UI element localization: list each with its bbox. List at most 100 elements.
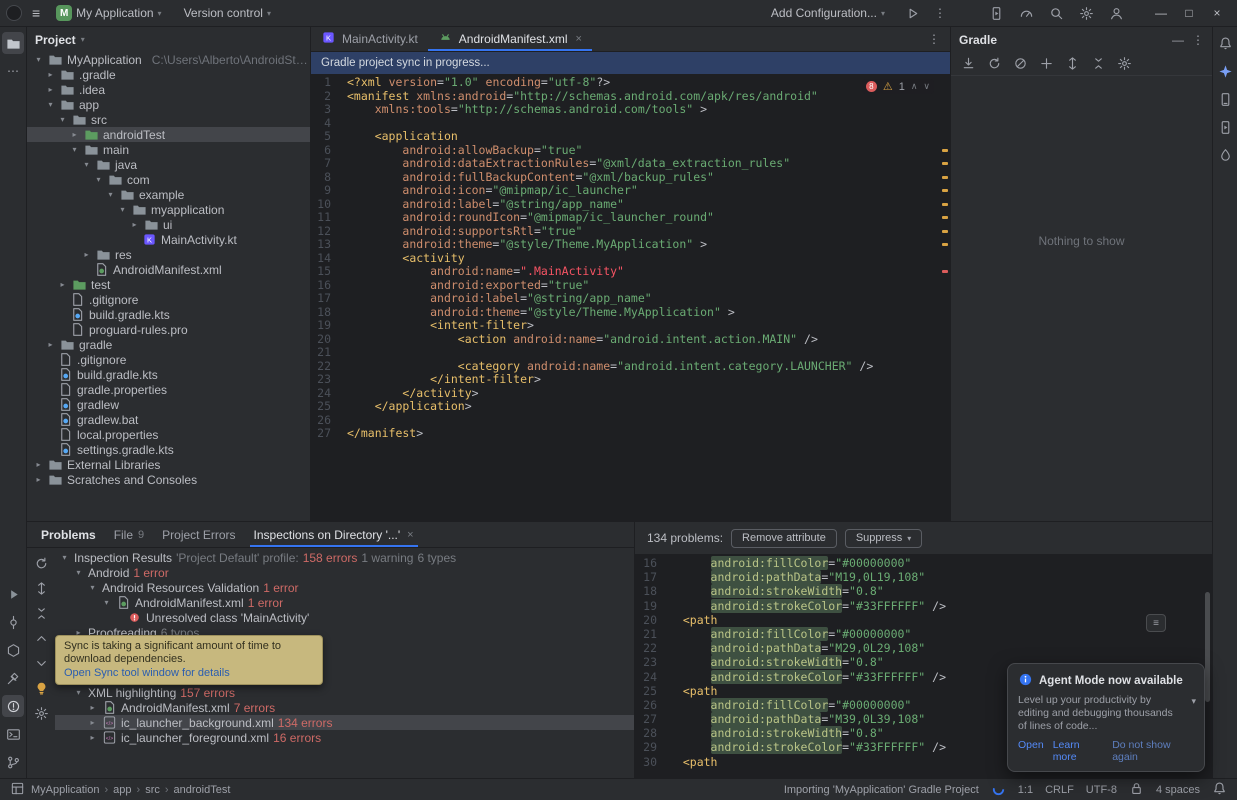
chevron-down-icon[interactable]: ▾ bbox=[105, 190, 116, 199]
remove-attribute-button[interactable]: Remove attribute bbox=[731, 529, 837, 548]
line-number[interactable]: 10 bbox=[311, 198, 347, 212]
stripe-mark[interactable] bbox=[942, 162, 948, 165]
code-line-19[interactable]: 19 android:strokeColor="#33FFFFFF" /> bbox=[635, 599, 1212, 613]
code-line-13[interactable]: 13 android:theme="@style/Theme.MyApplica… bbox=[311, 238, 950, 252]
caret-position[interactable]: 1:1 bbox=[1018, 784, 1033, 796]
stripe-mark[interactable] bbox=[942, 149, 948, 152]
code-text[interactable]: android:theme="@style/Theme.MyApplicatio… bbox=[347, 306, 735, 320]
code-line-22[interactable]: 22 <category android:name="android.inten… bbox=[311, 360, 950, 374]
project-tree-item-gradlew-bat[interactable]: gradlew.bat bbox=[27, 412, 310, 427]
line-number[interactable]: 18 bbox=[635, 584, 669, 598]
code-line-22[interactable]: 22 android:pathData="M29,0L29,108" bbox=[635, 641, 1212, 655]
code-line-10[interactable]: 10 android:label="@string/app_name" bbox=[311, 198, 950, 212]
project-folder-icon[interactable] bbox=[2, 32, 24, 54]
code-line-19[interactable]: 19 <intent-filter> bbox=[311, 319, 950, 333]
project-tree-item-gradle-properties[interactable]: gradle.properties bbox=[27, 382, 310, 397]
line-number[interactable]: 22 bbox=[311, 360, 347, 374]
chevron-right-icon[interactable]: ▸ bbox=[33, 475, 44, 484]
chevron-down-icon[interactable]: ▾ bbox=[81, 160, 92, 169]
chevron-down-icon[interactable]: ▾ bbox=[87, 583, 98, 592]
stripe-mark[interactable] bbox=[942, 189, 948, 192]
editor-tab-mainactivity-kt[interactable]: KMainActivity.kt bbox=[311, 27, 428, 51]
project-tree-item-res[interactable]: ▸res bbox=[27, 247, 310, 262]
expand-all-icon[interactable] bbox=[1061, 53, 1083, 75]
chevron-down-icon[interactable]: ▾ bbox=[73, 568, 84, 577]
chevron-down-icon[interactable]: ▾ bbox=[33, 55, 44, 64]
indent-indicator[interactable]: 4 spaces bbox=[1156, 784, 1200, 796]
editor-tab-androidmanifest-xml[interactable]: AndroidManifest.xml× bbox=[428, 27, 592, 51]
line-number[interactable]: 7 bbox=[311, 157, 347, 171]
line-number[interactable]: 9 bbox=[311, 184, 347, 198]
project-tree-item-gradle[interactable]: ▸gradle bbox=[27, 337, 310, 352]
expand-toast-icon[interactable]: ▾ bbox=[1191, 696, 1196, 707]
line-number[interactable]: 2 bbox=[311, 90, 347, 104]
offline-icon[interactable] bbox=[1009, 53, 1031, 75]
problem-item-unresolved-class-mainactivity[interactable]: Unresolved class 'MainActivity' bbox=[55, 610, 634, 625]
code-text[interactable]: android:roundIcon="@mipmap/ic_launcher_r… bbox=[347, 211, 714, 225]
chevron-right-icon[interactable]: ▸ bbox=[81, 250, 92, 259]
line-separator-indicator[interactable]: CRLF bbox=[1045, 784, 1074, 796]
line-number[interactable]: 20 bbox=[635, 613, 669, 627]
line-number[interactable]: 19 bbox=[311, 319, 347, 333]
code-line-17[interactable]: 17 android:label="@string/app_name" bbox=[311, 292, 950, 306]
code-text[interactable]: <manifest xmlns:android="http://schemas.… bbox=[347, 90, 818, 104]
app-quality-insights-icon[interactable] bbox=[1214, 144, 1236, 166]
commit-icon[interactable] bbox=[2, 611, 24, 633]
prev-problem-icon[interactable]: ∧ bbox=[911, 81, 918, 92]
project-panel-title[interactable]: Project bbox=[35, 33, 76, 47]
problems-window-title[interactable]: Problems bbox=[33, 522, 104, 547]
line-number[interactable]: 22 bbox=[635, 641, 669, 655]
floating-toolbar-icon[interactable]: ≡ bbox=[1146, 614, 1166, 632]
line-number[interactable]: 26 bbox=[635, 698, 669, 712]
chevron-right-icon[interactable]: ▸ bbox=[129, 220, 140, 229]
collapse-all-icon[interactable] bbox=[30, 602, 52, 624]
code-editor[interactable]: 8 ⚠ 1 ∧ ∨ 1<?xml version="1.0" encoding=… bbox=[311, 74, 950, 521]
services-icon[interactable] bbox=[2, 639, 24, 661]
code-text[interactable]: android:strokeColor="#33FFFFFF" /> bbox=[669, 740, 946, 754]
problems-tab-project-errors[interactable]: Project Errors bbox=[154, 522, 243, 547]
project-tree-item-myapplication[interactable]: ▾MyApplicationC:\Users\Alberto\AndroidSt… bbox=[27, 52, 310, 67]
code-line-3[interactable]: 3 xmlns:tools="http://schemas.android.co… bbox=[311, 103, 950, 117]
line-number[interactable]: 26 bbox=[311, 414, 347, 428]
more-horizontal-icon[interactable]: ⋯ bbox=[2, 60, 24, 82]
chevron-right-icon[interactable]: ▸ bbox=[45, 85, 56, 94]
project-tree-item-java[interactable]: ▾java bbox=[27, 157, 310, 172]
code-text[interactable]: android:allowBackup="true" bbox=[347, 144, 582, 158]
code-line-18[interactable]: 18 android:strokeWidth="0.8" bbox=[635, 584, 1212, 598]
stripe-mark[interactable] bbox=[942, 243, 948, 246]
running-devices-icon[interactable] bbox=[1214, 116, 1236, 138]
breadcrumb-myapplication[interactable]: MyApplication bbox=[31, 784, 99, 796]
toast-dismiss-link[interactable]: Do not show again bbox=[1112, 739, 1194, 763]
toast-open-link[interactable]: Open bbox=[1018, 739, 1044, 763]
line-number[interactable]: 1 bbox=[311, 76, 347, 90]
code-line-23[interactable]: 23 </intent-filter> bbox=[311, 373, 950, 387]
chevron-down-icon[interactable]: ▾ bbox=[59, 553, 70, 562]
code-text[interactable]: android:exported="true" bbox=[347, 279, 589, 293]
code-text[interactable]: android:strokeWidth="0.8" bbox=[669, 655, 884, 669]
code-line-2[interactable]: 2<manifest xmlns:android="http://schemas… bbox=[311, 90, 950, 104]
problem-item-androidmanifest-xml[interactable]: ▸AndroidManifest.xml 7 errors bbox=[55, 700, 634, 715]
code-line-4[interactable]: 4 bbox=[311, 117, 950, 131]
code-text[interactable]: android:supportsRtl="true" bbox=[347, 225, 582, 239]
project-tree-item-mainactivity-kt[interactable]: KMainActivity.kt bbox=[27, 232, 310, 247]
chevron-right-icon[interactable]: ▸ bbox=[87, 703, 98, 712]
code-line-9[interactable]: 9 android:icon="@mipmap/ic_launcher" bbox=[311, 184, 950, 198]
project-tree-item-test[interactable]: ▸test bbox=[27, 277, 310, 292]
profiler-icon[interactable] bbox=[1015, 2, 1037, 24]
code-line-1[interactable]: 1<?xml version="1.0" encoding="utf-8"?> bbox=[311, 76, 950, 90]
project-tree-item-local-properties[interactable]: local.properties bbox=[27, 427, 310, 442]
breadcrumb-androidtest[interactable]: androidTest bbox=[174, 784, 231, 796]
project-tree-item-main[interactable]: ▾main bbox=[27, 142, 310, 157]
code-line-15[interactable]: 15 android:name=".MainActivity" bbox=[311, 265, 950, 279]
settings-icon[interactable] bbox=[1075, 2, 1097, 24]
code-text[interactable]: </application> bbox=[347, 400, 472, 414]
quickfix-icon[interactable] bbox=[30, 677, 52, 699]
problem-item-inspection-results[interactable]: ▾Inspection Results 'Project Default' pr… bbox=[55, 550, 634, 565]
line-number[interactable]: 29 bbox=[635, 740, 669, 754]
code-text[interactable]: <path bbox=[669, 613, 717, 627]
code-line-12[interactable]: 12 android:supportsRtl="true" bbox=[311, 225, 950, 239]
code-line-21[interactable]: 21 bbox=[311, 346, 950, 360]
chevron-right-icon[interactable]: ▸ bbox=[45, 70, 56, 79]
notifications-icon[interactable] bbox=[1214, 32, 1236, 54]
stripe-mark[interactable] bbox=[942, 230, 948, 233]
